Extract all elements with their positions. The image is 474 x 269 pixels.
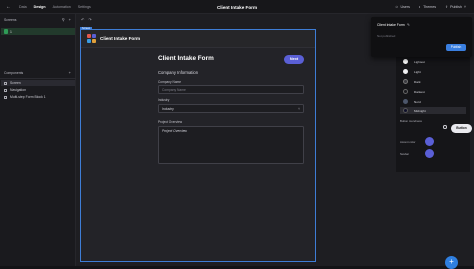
app-logo-icon <box>87 34 97 44</box>
publish-menu-button[interactable]: ⇧ Publish ˅ <box>445 5 466 9</box>
popover-title: Client Intake Form <box>377 23 405 27</box>
screens-actions: ⚲ + <box>62 17 71 22</box>
toggle-knob <box>443 125 447 129</box>
navigation-icon <box>4 88 7 92</box>
chevron-down-icon: ˅ <box>463 4 466 9</box>
component-item-form-block[interactable]: Multi-step Form Block 1 <box>1 94 75 100</box>
component-label: Navigation <box>10 88 27 93</box>
publish-icon: ⇧ <box>445 4 449 9</box>
themes-button[interactable]: ◐ Themes <box>419 5 436 9</box>
redo-icon[interactable]: ↷ <box>88 17 91 22</box>
pencil-icon[interactable]: ✎ <box>407 23 410 27</box>
theme-swatch-icon <box>403 68 408 74</box>
panel-divider <box>0 78 76 79</box>
form-title: Client Intake Form <box>158 55 214 62</box>
theme-darkest[interactable]: Darkest <box>400 88 466 95</box>
section-heading: Company Information <box>158 70 199 75</box>
component-item-screen[interactable]: Screen <box>1 80 75 86</box>
component-label: Multi-step Form Block 1 <box>10 95 46 100</box>
next-button[interactable]: Next <box>284 55 304 64</box>
palette-icon: ◐ <box>418 4 422 9</box>
components-actions: + <box>69 70 71 75</box>
users-button[interactable]: ☺ Users <box>395 5 410 9</box>
industry-label: Industry <box>158 98 170 102</box>
theme-lightest[interactable]: Lightest <box>400 58 466 65</box>
popover-description: Not published <box>377 34 396 38</box>
project-overview-textarea[interactable]: Project Overview <box>158 126 304 164</box>
theme-swatch-icon <box>403 58 408 64</box>
theme-swatch-icon <box>403 88 408 94</box>
company-name-label: Company Name <box>158 80 182 84</box>
add-icon[interactable]: + <box>69 17 71 22</box>
component-item-navigation[interactable]: Navigation <box>1 87 75 93</box>
app-header-title: Client Intake Form <box>100 36 141 42</box>
industry-select[interactable]: Industry ˅ <box>158 104 304 113</box>
accent-color-swatch[interactable] <box>425 137 434 146</box>
theme-label: Midnight <box>414 108 426 113</box>
theme-swatch-icon <box>403 107 408 113</box>
theme-label: Darkest <box>414 89 425 94</box>
navbar-label: Navbar <box>400 152 410 156</box>
component-label: Screen <box>10 81 21 86</box>
theme-swatch-icon <box>403 98 408 104</box>
theme-label: Lightest <box>414 59 425 64</box>
undo-icon[interactable]: ↶ <box>81 17 84 22</box>
navbar-color-swatch[interactable] <box>425 149 434 158</box>
industry-value: Industry <box>162 107 174 111</box>
theme-label: Light <box>414 69 421 74</box>
chevron-down-icon: ˅ <box>298 107 300 111</box>
left-panel: Screens ⚲ + 1 Components + Screen Naviga… <box>0 14 76 266</box>
button-preview[interactable]: Button <box>451 124 472 133</box>
theme-dark[interactable]: Dark <box>400 78 466 85</box>
theme-nord[interactable]: Nord <box>400 98 466 105</box>
screen-icon <box>4 81 7 85</box>
accent-color-label: Accent color <box>400 140 416 144</box>
roundness-toggle[interactable] <box>441 125 448 129</box>
users-label: Users <box>400 4 410 9</box>
theme-label: Dark <box>414 79 421 84</box>
theme-label: Nord <box>414 99 421 104</box>
add-fab-button[interactable]: + <box>445 256 458 269</box>
publish-label: Publish <box>450 4 462 9</box>
search-icon[interactable]: ⚲ <box>62 17 65 22</box>
form-icon <box>4 95 7 99</box>
screens-heading: Screens <box>4 18 17 22</box>
company-name-input[interactable]: Company Name <box>158 85 304 94</box>
canvas-tools: ↶ ↷ <box>81 17 92 22</box>
screen-color-icon <box>4 29 9 34</box>
components-heading: Components <box>4 71 24 75</box>
button-roundness-label: Button roundness <box>400 119 422 123</box>
theme-midnight[interactable]: Midnight <box>400 107 466 114</box>
top-actions: ☺ Users ◐ Themes ⇧ Publish ˅ <box>395 5 466 9</box>
screen-item-label: 1 <box>10 29 12 34</box>
top-bar: ← Data Design Automation Settings Client… <box>0 0 474 14</box>
themes-label: Themes <box>423 4 437 9</box>
users-icon: ☺ <box>394 4 399 9</box>
screen-item[interactable]: 1 <box>1 28 75 35</box>
publish-button[interactable]: Publish <box>446 44 466 51</box>
project-overview-label: Project Overview <box>158 120 183 124</box>
app-header: Client Intake Form <box>81 30 315 48</box>
add-component-icon[interactable]: + <box>69 70 71 75</box>
theme-light[interactable]: Light <box>400 68 466 75</box>
publish-popover: Client Intake Form ✎ Not published Publi… <box>371 17 472 57</box>
theme-swatch-icon <box>403 78 408 84</box>
